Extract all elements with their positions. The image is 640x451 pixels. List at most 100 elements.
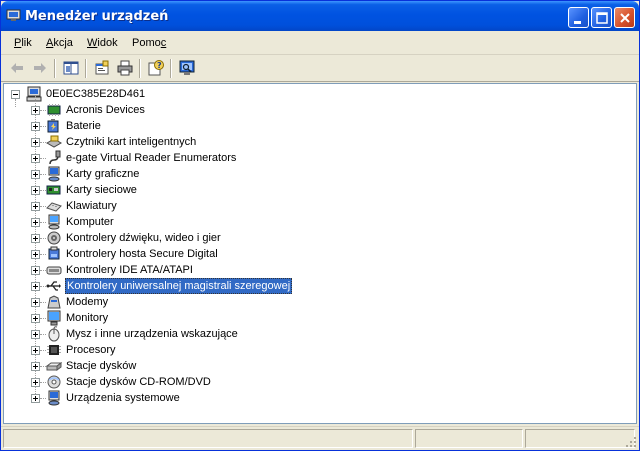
expand-toggle[interactable] bbox=[31, 154, 40, 163]
tree-item-label[interactable]: Kontrolery dźwięku, wideo i gier bbox=[65, 231, 222, 245]
toolbar: ? bbox=[1, 55, 639, 82]
expand-toggle[interactable] bbox=[31, 362, 40, 371]
tree-row-category[interactable]: Monitory bbox=[4, 310, 404, 326]
expand-toggle[interactable] bbox=[31, 170, 40, 179]
menu-help-hotkey: c bbox=[160, 37, 167, 49]
forward-button[interactable] bbox=[29, 58, 51, 79]
properties-button[interactable] bbox=[91, 58, 113, 79]
expand-toggle[interactable] bbox=[31, 202, 40, 211]
tree-item-label[interactable]: Acronis Devices bbox=[65, 103, 146, 117]
print-button[interactable] bbox=[114, 58, 136, 79]
tree-item-label[interactable]: Baterie bbox=[65, 119, 102, 133]
menu-view[interactable]: Widok bbox=[87, 37, 118, 49]
tree-row-category[interactable]: Komputer bbox=[4, 214, 404, 230]
tree-row-category[interactable]: Urządzenia systemowe bbox=[4, 390, 404, 406]
monitor-icon bbox=[47, 310, 61, 326]
expand-toggle[interactable] bbox=[31, 314, 40, 323]
usb-icon bbox=[46, 281, 61, 291]
speaker-icon bbox=[47, 231, 61, 245]
menu-help[interactable]: Pomoc bbox=[132, 37, 166, 49]
disk-drive-icon bbox=[46, 362, 62, 371]
tree-row-category[interactable]: Kontrolery hosta Secure Digital bbox=[4, 246, 404, 262]
expand-toggle[interactable] bbox=[31, 122, 40, 131]
expand-toggle[interactable] bbox=[31, 346, 40, 355]
resize-grip-icon[interactable] bbox=[625, 436, 637, 448]
expand-toggle[interactable] bbox=[31, 394, 40, 403]
expand-toggle[interactable] bbox=[31, 266, 40, 275]
expand-toggle[interactable] bbox=[31, 330, 40, 339]
expand-toggle[interactable] bbox=[31, 298, 40, 307]
tree-row-category[interactable]: Modemy bbox=[4, 294, 404, 310]
expand-toggle[interactable] bbox=[31, 186, 40, 195]
tree-row-category[interactable]: Baterie bbox=[4, 118, 404, 134]
system-device-icon bbox=[48, 390, 60, 406]
tree-item-label[interactable]: Czytniki kart inteligentnych bbox=[65, 135, 197, 149]
expand-toggle[interactable] bbox=[31, 234, 40, 243]
expand-toggle[interactable] bbox=[31, 282, 40, 291]
expand-toggle[interactable] bbox=[31, 378, 40, 387]
tree-row-category[interactable]: Mysz i inne urządzenia wskazujące bbox=[4, 326, 404, 342]
tree-item-label[interactable]: Stacje dysków CD-ROM/DVD bbox=[65, 375, 212, 389]
tree-item-label[interactable]: Monitory bbox=[65, 311, 109, 325]
tree-item-label[interactable]: e-gate Virtual Reader Enumerators bbox=[65, 151, 237, 165]
tree-item-label[interactable]: Stacje dysków bbox=[65, 359, 137, 373]
tree-row-category[interactable]: Acronis Devices bbox=[4, 102, 404, 118]
menu-action[interactable]: Akcja bbox=[46, 37, 73, 49]
network-card-icon bbox=[46, 185, 61, 195]
tree-row-category[interactable]: e-gate Virtual Reader Enumerators bbox=[4, 150, 404, 166]
tree-item-label[interactable]: Modemy bbox=[65, 295, 109, 309]
menu-file-label: lik bbox=[21, 37, 32, 49]
expand-toggle[interactable] bbox=[31, 138, 40, 147]
tree-item-label[interactable]: Karty graficzne bbox=[65, 167, 140, 181]
minimize-button[interactable] bbox=[568, 7, 589, 28]
tree-row-category[interactable]: Karty graficzne bbox=[4, 166, 404, 182]
tree-row-category[interactable]: Czytniki kart inteligentnych bbox=[4, 134, 404, 150]
tree-item-label[interactable]: Karty sieciowe bbox=[65, 183, 138, 197]
tree-item-label[interactable]: Procesory bbox=[65, 343, 117, 357]
tree-item-label[interactable]: Komputer bbox=[65, 215, 115, 229]
help-icon: ? bbox=[148, 60, 164, 76]
menu-help-label: Pomo bbox=[132, 37, 161, 49]
help-button[interactable]: ? bbox=[145, 58, 167, 79]
scan-hardware-icon bbox=[179, 60, 195, 75]
battery-icon bbox=[47, 119, 59, 133]
tree-row-category[interactable]: Kontrolery dźwięku, wideo i gier bbox=[4, 230, 404, 246]
expand-toggle[interactable] bbox=[31, 250, 40, 259]
scan-hardware-button[interactable] bbox=[176, 58, 198, 79]
expand-toggle[interactable] bbox=[31, 106, 40, 115]
tree-row-category[interactable]: Kontrolery uniwersalnej magistrali szere… bbox=[4, 278, 404, 294]
tree-item-label[interactable]: Urządzenia systemowe bbox=[65, 391, 181, 405]
title-bar[interactable]: Menedżer urządzeń bbox=[1, 1, 639, 31]
status-bar bbox=[1, 426, 639, 450]
show-hide-console-tree-icon bbox=[63, 61, 79, 75]
back-arrow-icon bbox=[11, 63, 23, 73]
expand-toggle[interactable] bbox=[31, 218, 40, 227]
modem-icon bbox=[47, 295, 61, 309]
sd-host-icon bbox=[48, 246, 60, 260]
show-hide-console-tree-button[interactable] bbox=[60, 58, 82, 79]
tree-item-label[interactable]: Kontrolery hosta Secure Digital bbox=[65, 247, 219, 261]
maximize-button[interactable] bbox=[591, 7, 612, 28]
properties-icon bbox=[95, 60, 109, 75]
device-tree-pane[interactable]: 0E0EC385E28D461 Acronis Devices Baterie Cz… bbox=[3, 83, 637, 424]
back-button[interactable] bbox=[6, 58, 28, 79]
maximize-icon bbox=[596, 12, 608, 24]
device-manager-window: Menedżer urządzeń Plik Akcja Widok Pomoc bbox=[0, 0, 640, 451]
print-icon bbox=[117, 60, 133, 76]
tree-item-label[interactable]: Klawiatury bbox=[65, 199, 118, 213]
computer-icon bbox=[48, 214, 60, 230]
tree-item-label[interactable]: Kontrolery uniwersalnej magistrali szere… bbox=[65, 278, 293, 294]
tree-row-category[interactable]: Stacje dysków bbox=[4, 358, 404, 374]
tree-row-category[interactable]: Karty sieciowe bbox=[4, 182, 404, 198]
close-button[interactable] bbox=[614, 7, 635, 28]
tree-row-category[interactable]: Kontrolery IDE ATA/ATAPI bbox=[4, 262, 404, 278]
root-collapse-toggle[interactable] bbox=[11, 90, 20, 99]
menu-file[interactable]: Plik bbox=[14, 37, 32, 49]
tree-root-label[interactable]: 0E0EC385E28D461 bbox=[45, 87, 146, 101]
tree-item-label[interactable]: Mysz i inne urządzenia wskazujące bbox=[65, 327, 239, 341]
tree-row-category[interactable]: Procesory bbox=[4, 342, 404, 358]
tree-row-category[interactable]: Klawiatury bbox=[4, 198, 404, 214]
tree-item-label[interactable]: Kontrolery IDE ATA/ATAPI bbox=[65, 263, 194, 277]
tree-row-category[interactable]: Stacje dysków CD-ROM/DVD bbox=[4, 374, 404, 390]
menu-action-label: kcja bbox=[53, 37, 73, 49]
